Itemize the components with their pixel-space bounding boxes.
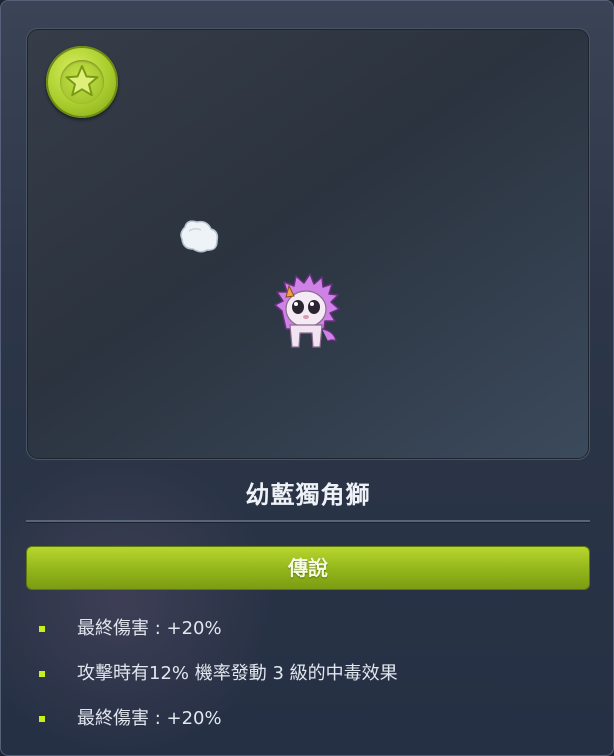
rank-badge: 傳說 bbox=[26, 546, 590, 590]
potential-option-text: 最終傷害 : +20% bbox=[77, 618, 222, 639]
potential-option-text: 攻擊時有12% 機率發動 3 級的中毒效果 bbox=[77, 663, 398, 684]
bullet-icon bbox=[39, 626, 45, 632]
potential-option: 最終傷害 : +20% bbox=[34, 701, 594, 746]
item-tooltip-panel: 幼藍獨角獅 傳說 最終傷害 : +20% 攻擊時有12% 機率發動 3 級的中毒… bbox=[0, 0, 614, 756]
bullet-icon bbox=[39, 716, 45, 722]
star-grade-icon bbox=[46, 46, 118, 118]
potential-option: 最終傷害 : +20% bbox=[34, 611, 594, 656]
potential-option: 攻擊時有12% 機率發動 3 級的中毒效果 bbox=[34, 656, 594, 701]
potential-option-text: 最終傷害 : +20% bbox=[77, 708, 222, 729]
item-name: 幼藍獨角獅 bbox=[245, 481, 371, 509]
divider bbox=[26, 520, 590, 523]
pet-preview-frame bbox=[26, 28, 590, 460]
pet-sprite-icon bbox=[274, 273, 340, 348]
cloud-effect-icon bbox=[180, 220, 219, 253]
potential-option-list: 最終傷害 : +20% 攻擊時有12% 機率發動 3 級的中毒效果 最終傷害 :… bbox=[34, 611, 594, 746]
bullet-icon bbox=[39, 671, 45, 677]
